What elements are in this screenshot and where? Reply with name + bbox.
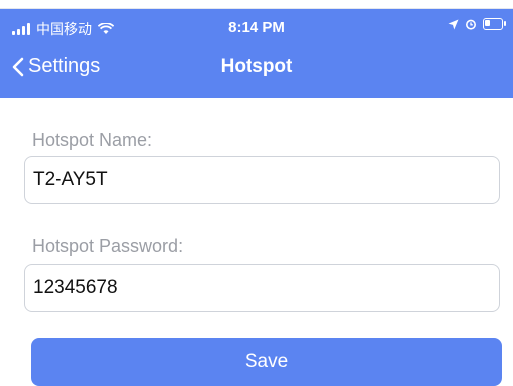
- top-strip: [0, 0, 513, 9]
- page-title: Hotspot: [220, 56, 293, 77]
- save-label: Save: [244, 351, 289, 372]
- battery-icon: [483, 18, 506, 30]
- nav-bar: Settings Hotspot: [0, 43, 513, 95]
- status-time: 8:14 PM: [228, 19, 285, 36]
- status-bar: 中国移动 8:14 PM: [0, 9, 513, 43]
- hotspot-name-value: T2-AY5T: [33, 169, 108, 190]
- status-icons: [448, 18, 506, 30]
- hotspot-name-field[interactable]: T2-AY5T: [24, 156, 500, 204]
- hotspot-password-field[interactable]: 12345678: [24, 264, 500, 312]
- hotspot-password-label: Hotspot Password:: [32, 236, 184, 256]
- hotspot-name-label: Hotspot Name:: [32, 130, 153, 150]
- app-header: 中国移动 8:14 PM Settings Hotspot: [0, 9, 513, 98]
- alarm-icon: [466, 19, 476, 30]
- hotspot-password-value: 12345678: [33, 277, 118, 298]
- save-button[interactable]: Save: [31, 338, 502, 386]
- location-arrow-icon: [448, 19, 459, 29]
